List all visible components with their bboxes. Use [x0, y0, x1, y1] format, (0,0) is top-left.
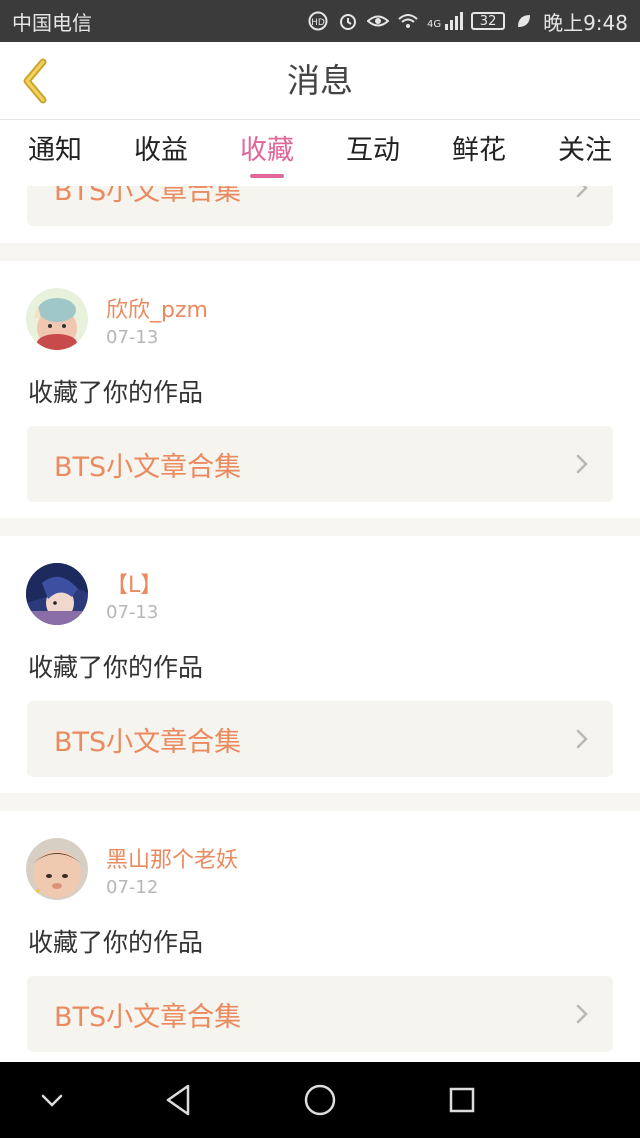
work-title: BTS小文章合集	[54, 186, 242, 207]
battery-level: 32	[479, 13, 497, 29]
tab-notifications[interactable]: 通知	[26, 120, 84, 186]
system-nav-bar	[0, 1062, 640, 1138]
work-link[interactable]: BTS小文章合集	[27, 186, 613, 226]
home-circle-icon	[304, 1084, 336, 1116]
recents-nav-button[interactable]	[440, 1078, 484, 1122]
notification-card: 【L】 07-13 收藏了你的作品 BTS小文章合集	[0, 536, 640, 793]
eye-icon	[366, 10, 389, 32]
notification-card-partial: BTS小文章合集	[0, 186, 640, 243]
avatar-image	[26, 838, 88, 900]
username[interactable]: 黑山那个老妖	[106, 842, 238, 874]
work-title: BTS小文章合集	[54, 1001, 242, 1033]
chevron-right-icon	[576, 454, 588, 474]
network-type: 4G	[426, 19, 442, 30]
tab-flowers[interactable]: 鲜花	[450, 120, 508, 186]
avatar[interactable]	[26, 838, 88, 900]
username[interactable]: 欣欣_pzm	[106, 292, 208, 324]
status-bar: 中国电信 HD 4G 32 晚上9:48	[0, 0, 640, 42]
work-link[interactable]: BTS小文章合集	[27, 701, 613, 777]
notification-feed[interactable]: BTS小文章合集 欣欣_pzm 07-13 收藏了你的作品 BTS小文章合集 【…	[0, 186, 640, 1062]
wifi-icon	[397, 10, 419, 32]
battery-icon: 32	[471, 12, 506, 30]
tab-following[interactable]: 关注	[556, 120, 614, 186]
chevron-left-icon	[23, 58, 47, 104]
tab-favorites[interactable]: 收藏	[238, 120, 296, 186]
hide-nav-button[interactable]	[30, 1078, 74, 1122]
avatar[interactable]	[26, 563, 88, 625]
leaf-icon	[513, 10, 535, 32]
action-text: 收藏了你的作品	[28, 928, 204, 957]
action-text: 收藏了你的作品	[28, 653, 204, 682]
work-link[interactable]: BTS小文章合集	[27, 976, 613, 1052]
clock-time: 晚上9:48	[543, 10, 628, 35]
chevron-right-icon	[576, 729, 588, 749]
back-button[interactable]	[10, 54, 60, 108]
status-icons: HD 4G 32 晚上9:48	[307, 7, 628, 36]
avatar-image	[26, 563, 88, 625]
tab-interactions[interactable]: 互动	[344, 120, 402, 186]
tab-bar: 通知 收益 收藏 互动 鲜花 关注	[0, 120, 640, 186]
carrier-name: 中国电信	[12, 10, 92, 35]
signal-icon: 4G	[426, 12, 464, 30]
home-nav-button[interactable]	[298, 1078, 342, 1122]
action-text: 收藏了你的作品	[28, 378, 204, 407]
header: 消息	[0, 42, 640, 120]
timestamp: 07-13	[106, 602, 159, 623]
work-title: BTS小文章合集	[54, 726, 242, 758]
timestamp: 07-13	[106, 327, 159, 348]
notification-card: 黑山那个老妖 07-12 收藏了你的作品 BTS小文章合集	[0, 811, 640, 1062]
work-link[interactable]: BTS小文章合集	[27, 426, 613, 502]
avatar[interactable]	[26, 288, 88, 350]
back-nav-button[interactable]	[156, 1078, 200, 1122]
page-title: 消息	[287, 61, 353, 100]
alarm-icon	[337, 10, 359, 32]
work-title: BTS小文章合集	[54, 451, 242, 483]
timestamp: 07-12	[106, 877, 159, 898]
notification-card: 欣欣_pzm 07-13 收藏了你的作品 BTS小文章合集	[0, 261, 640, 518]
hd-call-icon: HD	[307, 10, 329, 32]
avatar-image	[26, 288, 88, 350]
tab-earnings[interactable]: 收益	[132, 120, 190, 186]
chevron-right-icon	[576, 186, 588, 198]
username[interactable]: 【L】	[106, 567, 162, 599]
recents-square-icon	[449, 1087, 475, 1113]
chevron-right-icon	[576, 1004, 588, 1024]
back-triangle-icon	[166, 1084, 190, 1116]
chevron-down-icon	[41, 1094, 63, 1107]
svg-text:HD: HD	[311, 18, 325, 28]
